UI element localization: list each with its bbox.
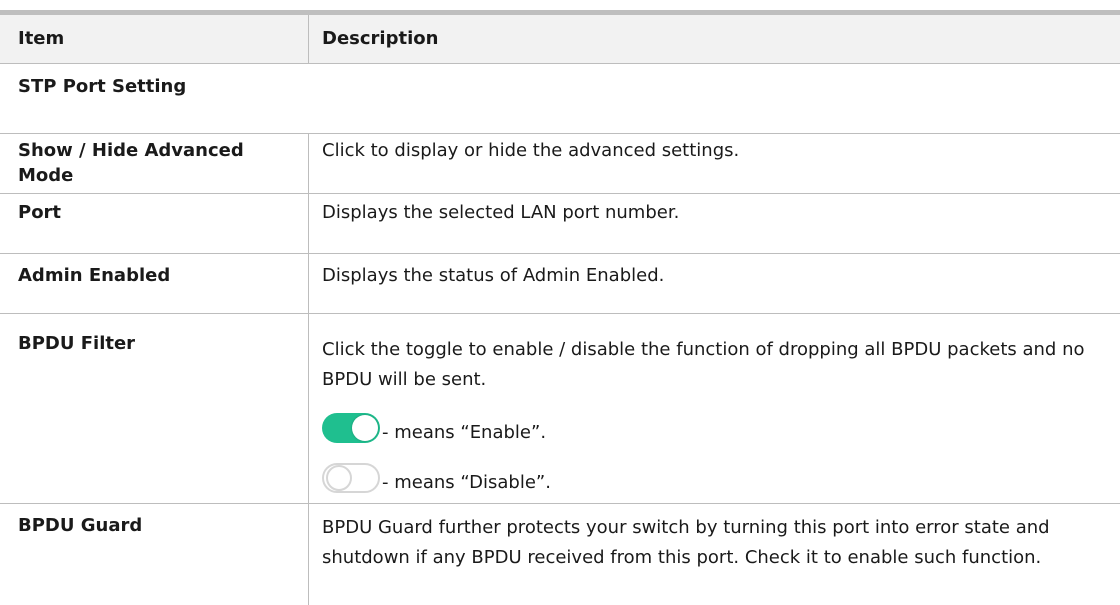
row-item: Show / Hide Advanced Mode [18,140,244,186]
row-item: Port [18,202,62,223]
header-description: Description [322,28,439,49]
table-row: Port Displays the selected LAN port numb… [0,193,1120,254]
toggle-off-icon [322,463,380,493]
row-description: Click the toggle to enable / disable the… [322,339,1085,390]
row-description: BPDU Guard further protects your switch … [322,517,1050,568]
toggle-knob [352,415,378,441]
description-table: Item Description STP Port Setting Show /… [0,0,1120,605]
row-item: BPDU Filter [18,333,136,354]
row-item: Admin Enabled [18,265,171,286]
disable-caption: - means “Disable”. [382,472,551,493]
row-description: Displays the status of Admin Enabled. [322,265,665,286]
table-row: Show / Hide Advanced Mode Click to displ… [0,133,1120,194]
section-title: STP Port Setting [18,76,187,97]
toggle-on-icon [322,413,380,443]
header-item: Item [18,28,65,49]
header-column-divider [308,15,309,63]
enable-caption: - means “Enable”. [382,422,547,443]
section-row: STP Port Setting [0,63,1120,134]
table-row: BPDU Guard BPDU Guard further protects y… [0,503,1120,605]
table-row: BPDU Filter Click the toggle to enable /… [0,313,1120,504]
table-header-row: Item Description [0,15,1120,64]
row-description: Displays the selected LAN port number. [322,202,680,223]
body-column-divider [308,133,309,605]
table-row: Admin Enabled Displays the status of Adm… [0,253,1120,314]
row-item: BPDU Guard [18,515,143,536]
toggle-knob [326,465,352,491]
row-description: Click to display or hide the advanced se… [322,140,740,161]
